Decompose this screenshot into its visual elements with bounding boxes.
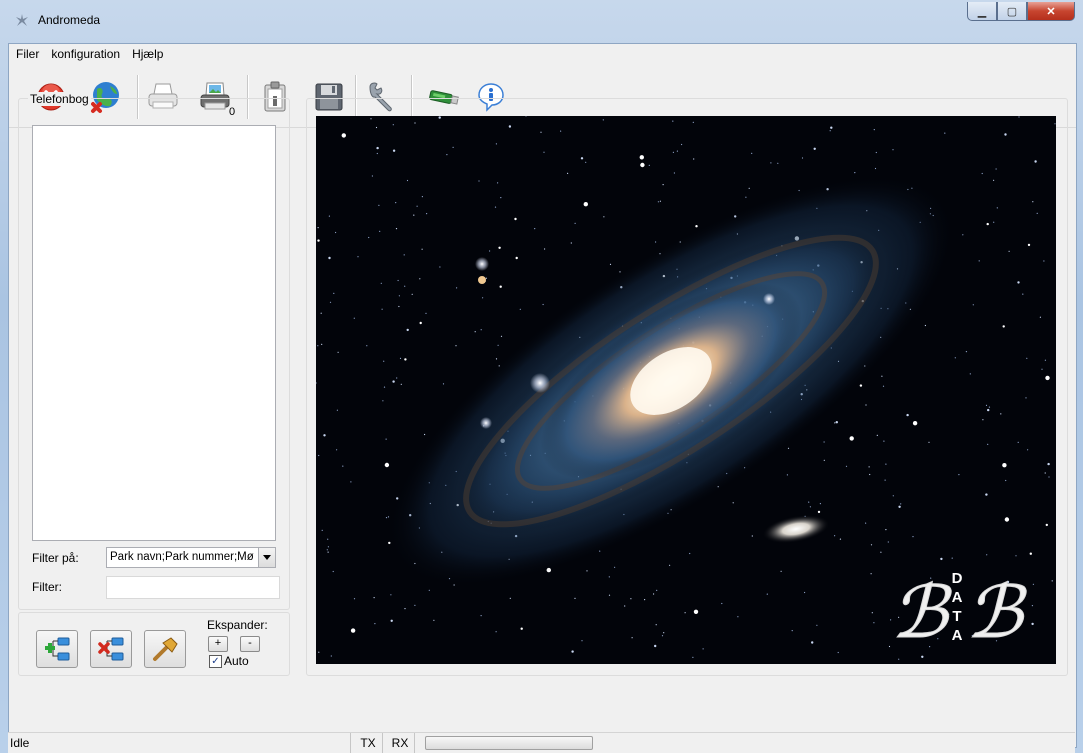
- close-x-icon: ✕: [1046, 5, 1056, 18]
- filter-on-select[interactable]: Park navn;Park nummer;Mø: [106, 547, 276, 568]
- phonebook-title: Telefonbog: [28, 92, 91, 106]
- svg-text:A: A: [952, 627, 963, 644]
- auto-checkbox[interactable]: ✓: [209, 655, 222, 668]
- collapse-all-button[interactable]: -: [240, 636, 260, 652]
- menu-filer[interactable]: Filer: [11, 47, 44, 61]
- title-bar[interactable]: Andromeda ▁ ▢ ✕: [0, 0, 1083, 44]
- phonebook-count: 0: [229, 106, 236, 118]
- maximize-icon: ▢: [1006, 5, 1018, 18]
- close-window-button[interactable]: ✕: [1027, 2, 1075, 21]
- rx-indicator: RX: [384, 733, 415, 753]
- add-node-button[interactable]: [36, 630, 78, 668]
- app-window: Andromeda ▁ ▢ ✕ Filer konfiguration Hjæl…: [0, 0, 1083, 753]
- app-icon: [16, 14, 28, 26]
- edit-node-button[interactable]: [144, 630, 186, 668]
- svg-text:ℬ: ℬ: [891, 573, 952, 653]
- company-logo: ℬ ℬ D A T A: [891, 570, 1028, 654]
- svg-text:T: T: [952, 608, 961, 625]
- menu-bar: Filer konfiguration Hjælp: [9, 44, 1076, 64]
- minimize-button[interactable]: ▁: [967, 2, 997, 21]
- status-text: Idle: [8, 733, 351, 753]
- phonebook-tree[interactable]: [32, 125, 276, 541]
- remove-node-button[interactable]: [90, 630, 132, 668]
- svg-text:ℬ: ℬ: [966, 573, 1027, 653]
- progress-bar: [425, 736, 593, 750]
- galaxy-image: ℬ ℬ D A T A: [316, 116, 1056, 664]
- remove-node-icon: [98, 637, 124, 661]
- maximize-button[interactable]: ▢: [997, 2, 1027, 21]
- dropdown-arrow[interactable]: [258, 548, 275, 567]
- status-bar: Idle TX RX: [8, 732, 1075, 753]
- auto-label: Auto: [224, 654, 249, 668]
- status-extra: [596, 733, 1070, 753]
- menu-konfiguration[interactable]: konfiguration: [46, 47, 125, 61]
- window-title: Andromeda: [38, 13, 101, 27]
- expand-all-button[interactable]: +: [208, 636, 228, 652]
- menu-hjaelp[interactable]: Hjælp: [127, 47, 168, 61]
- hammer-icon: [153, 637, 178, 661]
- add-node-icon: [45, 637, 70, 661]
- chevron-down-icon: [263, 554, 271, 560]
- filter-on-value: Park navn;Park nummer;Mø: [110, 551, 254, 563]
- minimize-icon: ▁: [977, 5, 987, 18]
- tx-indicator: TX: [352, 733, 383, 753]
- galaxy-picture: ℬ ℬ D A T A: [316, 116, 1056, 664]
- expand-label: Ekspander:: [207, 618, 268, 632]
- svg-text:D: D: [952, 570, 963, 587]
- filter-input[interactable]: [106, 576, 280, 599]
- filter-label: Filter:: [32, 580, 62, 594]
- svg-text:A: A: [952, 589, 963, 606]
- filter-on-label: Filter på:: [32, 551, 79, 565]
